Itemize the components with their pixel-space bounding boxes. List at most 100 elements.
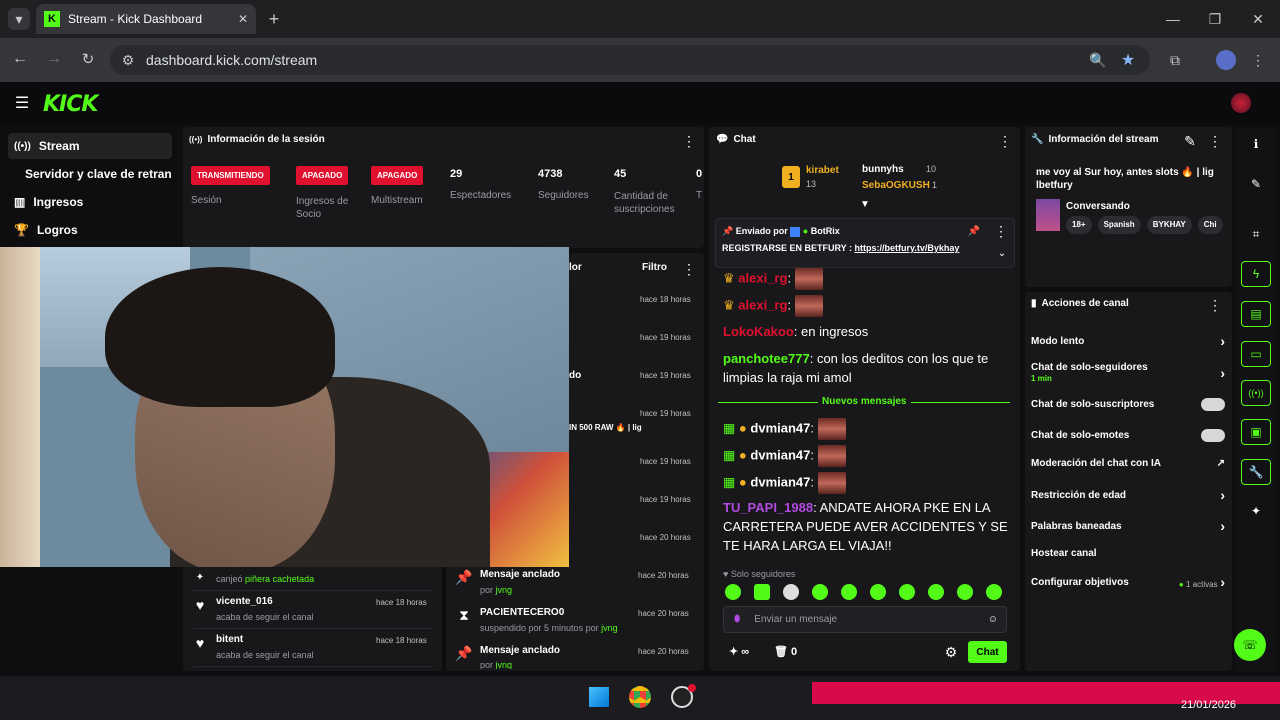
- action-ai-moderation[interactable]: Moderación del chat con IA ↗: [1031, 458, 1225, 472]
- activity-fragment: do: [569, 370, 582, 381]
- sidebar-label: Servidor y clave de retransm: [25, 167, 172, 181]
- sidebar-item-achievements[interactable]: 🏆 Logros: [8, 217, 172, 243]
- zoom-icon[interactable]: 🔍: [1088, 50, 1108, 70]
- collapse-chevron-icon[interactable]: ▼: [858, 198, 872, 210]
- emoji-icon[interactable]: ☺: [988, 614, 998, 625]
- url-field[interactable]: dashboard.kick.com/stream: [110, 45, 1150, 75]
- bolt-icon[interactable]: ϟ: [1241, 261, 1271, 287]
- document-icon[interactable]: ▤: [1241, 301, 1271, 327]
- activity-sub: por jvng: [480, 585, 513, 595]
- action-emotes-only[interactable]: Chat de solo-emotes: [1031, 428, 1225, 442]
- minimize-icon[interactable]: —: [1163, 9, 1183, 29]
- info-icon[interactable]: ℹ: [1241, 131, 1271, 157]
- gift-emote-icon[interactable]: ⬮: [734, 614, 740, 625]
- session-menu-icon[interactable]: ⋮: [682, 133, 696, 149]
- tab-close-icon[interactable]: ✕: [238, 12, 248, 26]
- tag[interactable]: 18+: [1066, 216, 1092, 234]
- kick-logo[interactable]: KICK: [43, 92, 98, 117]
- emote-icon[interactable]: [783, 584, 799, 600]
- emote-icon[interactable]: [928, 584, 944, 600]
- wrench-icon[interactable]: 🔧: [1241, 459, 1271, 485]
- restore-icon[interactable]: ❐: [1205, 9, 1225, 29]
- action-age-restriction[interactable]: Restricción de edad ›: [1031, 488, 1225, 504]
- chat-menu-icon[interactable]: ⋮: [998, 133, 1012, 149]
- toggle-switch[interactable]: [1201, 428, 1225, 442]
- pencil-icon[interactable]: ✎: [1241, 171, 1271, 197]
- sidebar-label: Ingresos: [33, 195, 84, 209]
- external-link-icon: ↗: [1216, 458, 1225, 469]
- emote-bar[interactable]: [725, 584, 1010, 600]
- points-icon[interactable]: ✦: [1241, 498, 1271, 524]
- emote-icon[interactable]: [957, 584, 973, 600]
- chat-input[interactable]: ⬮ Enviar un mensaje ☺: [723, 606, 1007, 633]
- emote-icon[interactable]: [812, 584, 828, 600]
- back-icon[interactable]: ←: [10, 49, 30, 69]
- sub-badge-icon: ▦: [723, 420, 736, 436]
- activity-time: hace 18 horas: [376, 636, 427, 645]
- filter-button[interactable]: Filtro: [642, 262, 667, 273]
- bookmark-star-icon[interactable]: ★: [1118, 50, 1138, 70]
- user-avatar[interactable]: [1231, 93, 1251, 113]
- actions-menu-icon[interactable]: ⋮: [1208, 297, 1222, 313]
- sidebar-item-revenue[interactable]: ▥ Ingresos: [8, 189, 172, 215]
- action-slow-mode[interactable]: Modo lento ›: [1031, 334, 1225, 350]
- tag[interactable]: Spanish: [1097, 216, 1141, 234]
- tag[interactable]: Chi: [1197, 216, 1223, 234]
- action-host-channel[interactable]: Hostear canal: [1031, 548, 1225, 562]
- pin-icon: 📌: [722, 226, 736, 236]
- chat-send-button[interactable]: Chat: [968, 641, 1007, 663]
- expand-chevron-icon[interactable]: ⌄: [996, 247, 1008, 259]
- emote-icon[interactable]: [870, 584, 886, 600]
- activity-sub: acaba de seguir el canal: [216, 612, 314, 622]
- chrome-icon[interactable]: [629, 686, 651, 708]
- pin-icon: 📌: [455, 568, 473, 585]
- action-followers-only[interactable]: Chat de solo-seguidores 1 min ›: [1031, 361, 1225, 385]
- active-dot-icon: ●: [1178, 580, 1186, 589]
- emote-icon[interactable]: [841, 584, 857, 600]
- crop-icon[interactable]: ⌗: [1241, 221, 1271, 247]
- action-banned-words[interactable]: Palabras baneadas ›: [1031, 519, 1225, 535]
- forward-icon[interactable]: →: [44, 49, 64, 69]
- crown-badge-icon: ♛: [723, 270, 739, 286]
- browser-menu-icon[interactable]: ⋮: [1250, 50, 1266, 70]
- top-gifter-count: 10: [926, 164, 937, 174]
- profile-avatar[interactable]: [1216, 50, 1236, 70]
- emote-icon[interactable]: [754, 584, 770, 600]
- support-icon[interactable]: ☏: [1234, 629, 1266, 661]
- action-subs-only[interactable]: Chat de solo-suscriptores: [1031, 397, 1225, 411]
- layout-icon[interactable]: ▣: [1241, 419, 1271, 445]
- sidebar-item-stream[interactable]: ((•)) Stream: [8, 133, 172, 159]
- points-infinity[interactable]: ✦ ∞: [729, 645, 749, 658]
- activity-menu-icon[interactable]: ⋮: [682, 261, 696, 277]
- reload-icon[interactable]: ↻: [78, 49, 98, 69]
- site-info-icon[interactable]: ⚙: [118, 50, 138, 70]
- action-goals[interactable]: Configurar objetivos ● 1 activas ›: [1031, 574, 1225, 590]
- chat-input-placeholder: Enviar un mensaje: [754, 614, 838, 625]
- chat-icon[interactable]: ▭: [1241, 341, 1271, 367]
- tags-row: 18+ Spanish BYKHAY Chi: [1066, 216, 1223, 234]
- tab-title: Stream - Kick Dashboard: [68, 12, 203, 26]
- pinned-menu-icon[interactable]: ⋮: [994, 223, 1008, 239]
- broadcast-icon[interactable]: ((•)): [1241, 380, 1271, 406]
- extensions-icon[interactable]: ⧉: [1165, 50, 1185, 70]
- emote-icon[interactable]: [899, 584, 915, 600]
- tag[interactable]: BYKHAY: [1146, 216, 1192, 234]
- new-tab-icon[interactable]: +: [264, 9, 284, 29]
- panel-title: Chat: [733, 134, 756, 145]
- emote-icon[interactable]: [986, 584, 1002, 600]
- sidebar-item-server-key[interactable]: Servidor y clave de retransm: [8, 161, 172, 187]
- emote-icon[interactable]: [725, 584, 741, 600]
- edit-pencil-icon[interactable]: ✎: [1184, 133, 1196, 149]
- stream-info-menu-icon[interactable]: ⋮: [1208, 133, 1222, 149]
- window-close-icon[interactable]: ✕: [1248, 9, 1268, 29]
- toggle-switch[interactable]: [1201, 397, 1225, 411]
- tab-search-icon[interactable]: ▾: [8, 8, 30, 30]
- windows-start-icon[interactable]: [589, 687, 609, 707]
- unpin-icon[interactable]: 📌: [968, 225, 980, 237]
- stat-label: Multistream: [371, 195, 423, 206]
- chat-settings-icon[interactable]: ⚙: [944, 644, 958, 660]
- heart-icon: ♥: [723, 569, 731, 579]
- hamburger-menu-icon[interactable]: ☰: [12, 93, 32, 113]
- browser-tab[interactable]: K Stream - Kick Dashboard ✕: [36, 4, 256, 34]
- category-name[interactable]: Conversando: [1066, 201, 1130, 212]
